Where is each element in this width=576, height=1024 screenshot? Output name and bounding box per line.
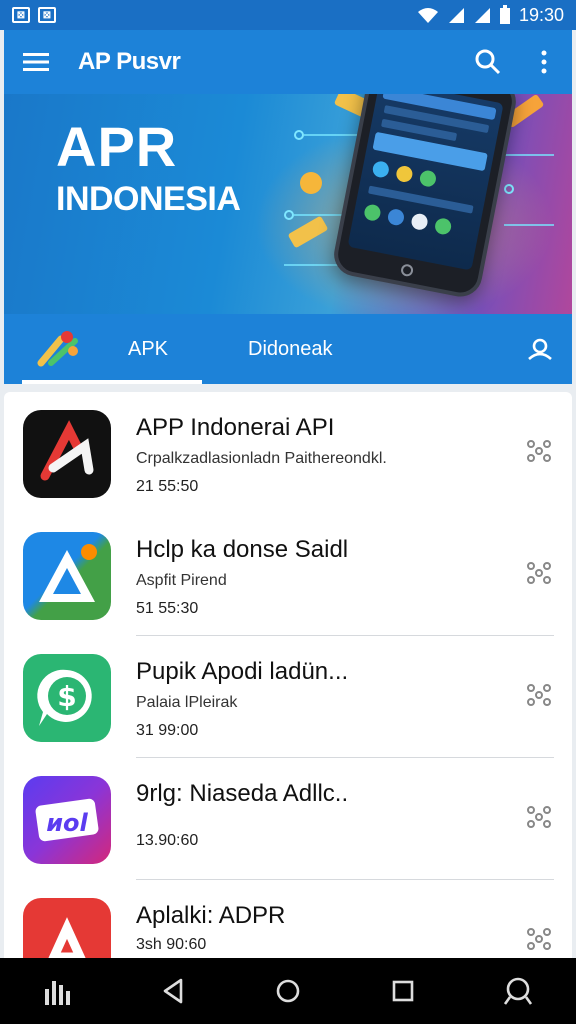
menu-icon[interactable] <box>4 30 68 94</box>
list-item[interactable]: Hclp ka donse Saidl Aspfit Pirend 51 55:… <box>4 514 572 636</box>
home-icon[interactable] <box>258 961 318 1021</box>
list-item[interactable]: APP Indonerai API Crpalkzadlasionladn Pa… <box>4 392 572 514</box>
app-icon <box>23 898 111 958</box>
svg-text:$: $ <box>57 680 76 713</box>
app-subtitle: Crpalkzadlasionladn Paithereondkl. <box>136 450 387 467</box>
app-icon: $ <box>23 654 111 742</box>
list-item[interactable]: Aplalki: ADPR 3sh 90:60 <box>4 880 572 958</box>
app-icon <box>23 410 111 498</box>
share-icon[interactable] <box>524 680 554 710</box>
search-icon[interactable] <box>488 961 548 1021</box>
app-subtitle: Aspfit Pirend <box>136 572 227 589</box>
app-meta: 3sh 90:60 <box>136 936 207 953</box>
app-title: Pupik Apodi ladün... <box>136 658 349 685</box>
decor-shape <box>300 172 322 194</box>
stats-icon[interactable] <box>28 961 88 1021</box>
notification-icon: ⊠ <box>38 7 56 23</box>
app-icon <box>23 532 111 620</box>
share-icon[interactable] <box>524 924 554 954</box>
app-title: Aplalki: ADPR <box>136 902 286 929</box>
search-icon[interactable] <box>460 30 516 94</box>
app-bar: AP Pusvr <box>4 30 572 94</box>
app-subtitle: Palaia lPleirak <box>136 694 238 711</box>
app-meta: 51 55:30 <box>136 600 199 617</box>
user-icon[interactable] <box>508 314 572 384</box>
share-icon[interactable] <box>524 558 554 588</box>
status-bar: ⊠ ⊠ 19:30 <box>0 0 576 30</box>
app-title: APP Indonerai API <box>136 414 335 441</box>
signal-icon <box>447 6 465 24</box>
app-meta: 21 55:50 <box>136 478 199 495</box>
tab-bar: APK Didoneak <box>4 314 572 384</box>
app-list: APP Indonerai API Crpalkzadlasionladn Pa… <box>4 392 572 958</box>
signal-icon <box>473 6 491 24</box>
back-icon[interactable] <box>143 961 203 1021</box>
list-item[interactable]: $ Pupik Apodi ladün... Palaia lPleirak 3… <box>4 636 572 758</box>
tab-didoneak[interactable]: Didoneak <box>248 314 333 384</box>
banner-subtitle: INDONESIA <box>56 180 241 218</box>
status-time: 19:30 <box>518 4 564 25</box>
app-title: AP Pusvr <box>78 48 181 75</box>
recents-icon[interactable] <box>373 961 433 1021</box>
list-item[interactable]: ᴎol 9rlg: Niaseda Adllc.. 13.90:60 <box>4 758 572 880</box>
more-options-icon[interactable] <box>516 30 572 94</box>
share-icon[interactable] <box>524 802 554 832</box>
app-meta: 13.90:60 <box>136 832 199 849</box>
banner-title: APR <box>56 115 178 178</box>
system-nav-bar <box>0 958 576 1024</box>
tab-apk[interactable]: APK <box>128 314 218 384</box>
wifi-icon <box>417 6 439 24</box>
brand-logo-icon <box>4 314 114 384</box>
tab-indicator <box>22 380 202 384</box>
hero-banner[interactable]: APR INDONESIA <box>4 94 572 314</box>
battery-icon <box>499 5 511 25</box>
svg-text:ᴎol: ᴎol <box>46 809 88 837</box>
app-icon: ᴎol <box>23 776 111 864</box>
notification-icon: ⊠ <box>12 7 30 23</box>
app-title: Hclp ka donse Saidl <box>136 536 349 563</box>
app-meta: 31 99:00 <box>136 722 199 739</box>
share-icon[interactable] <box>524 436 554 466</box>
app-title: 9rlg: Niaseda Adllc.. <box>136 780 349 807</box>
